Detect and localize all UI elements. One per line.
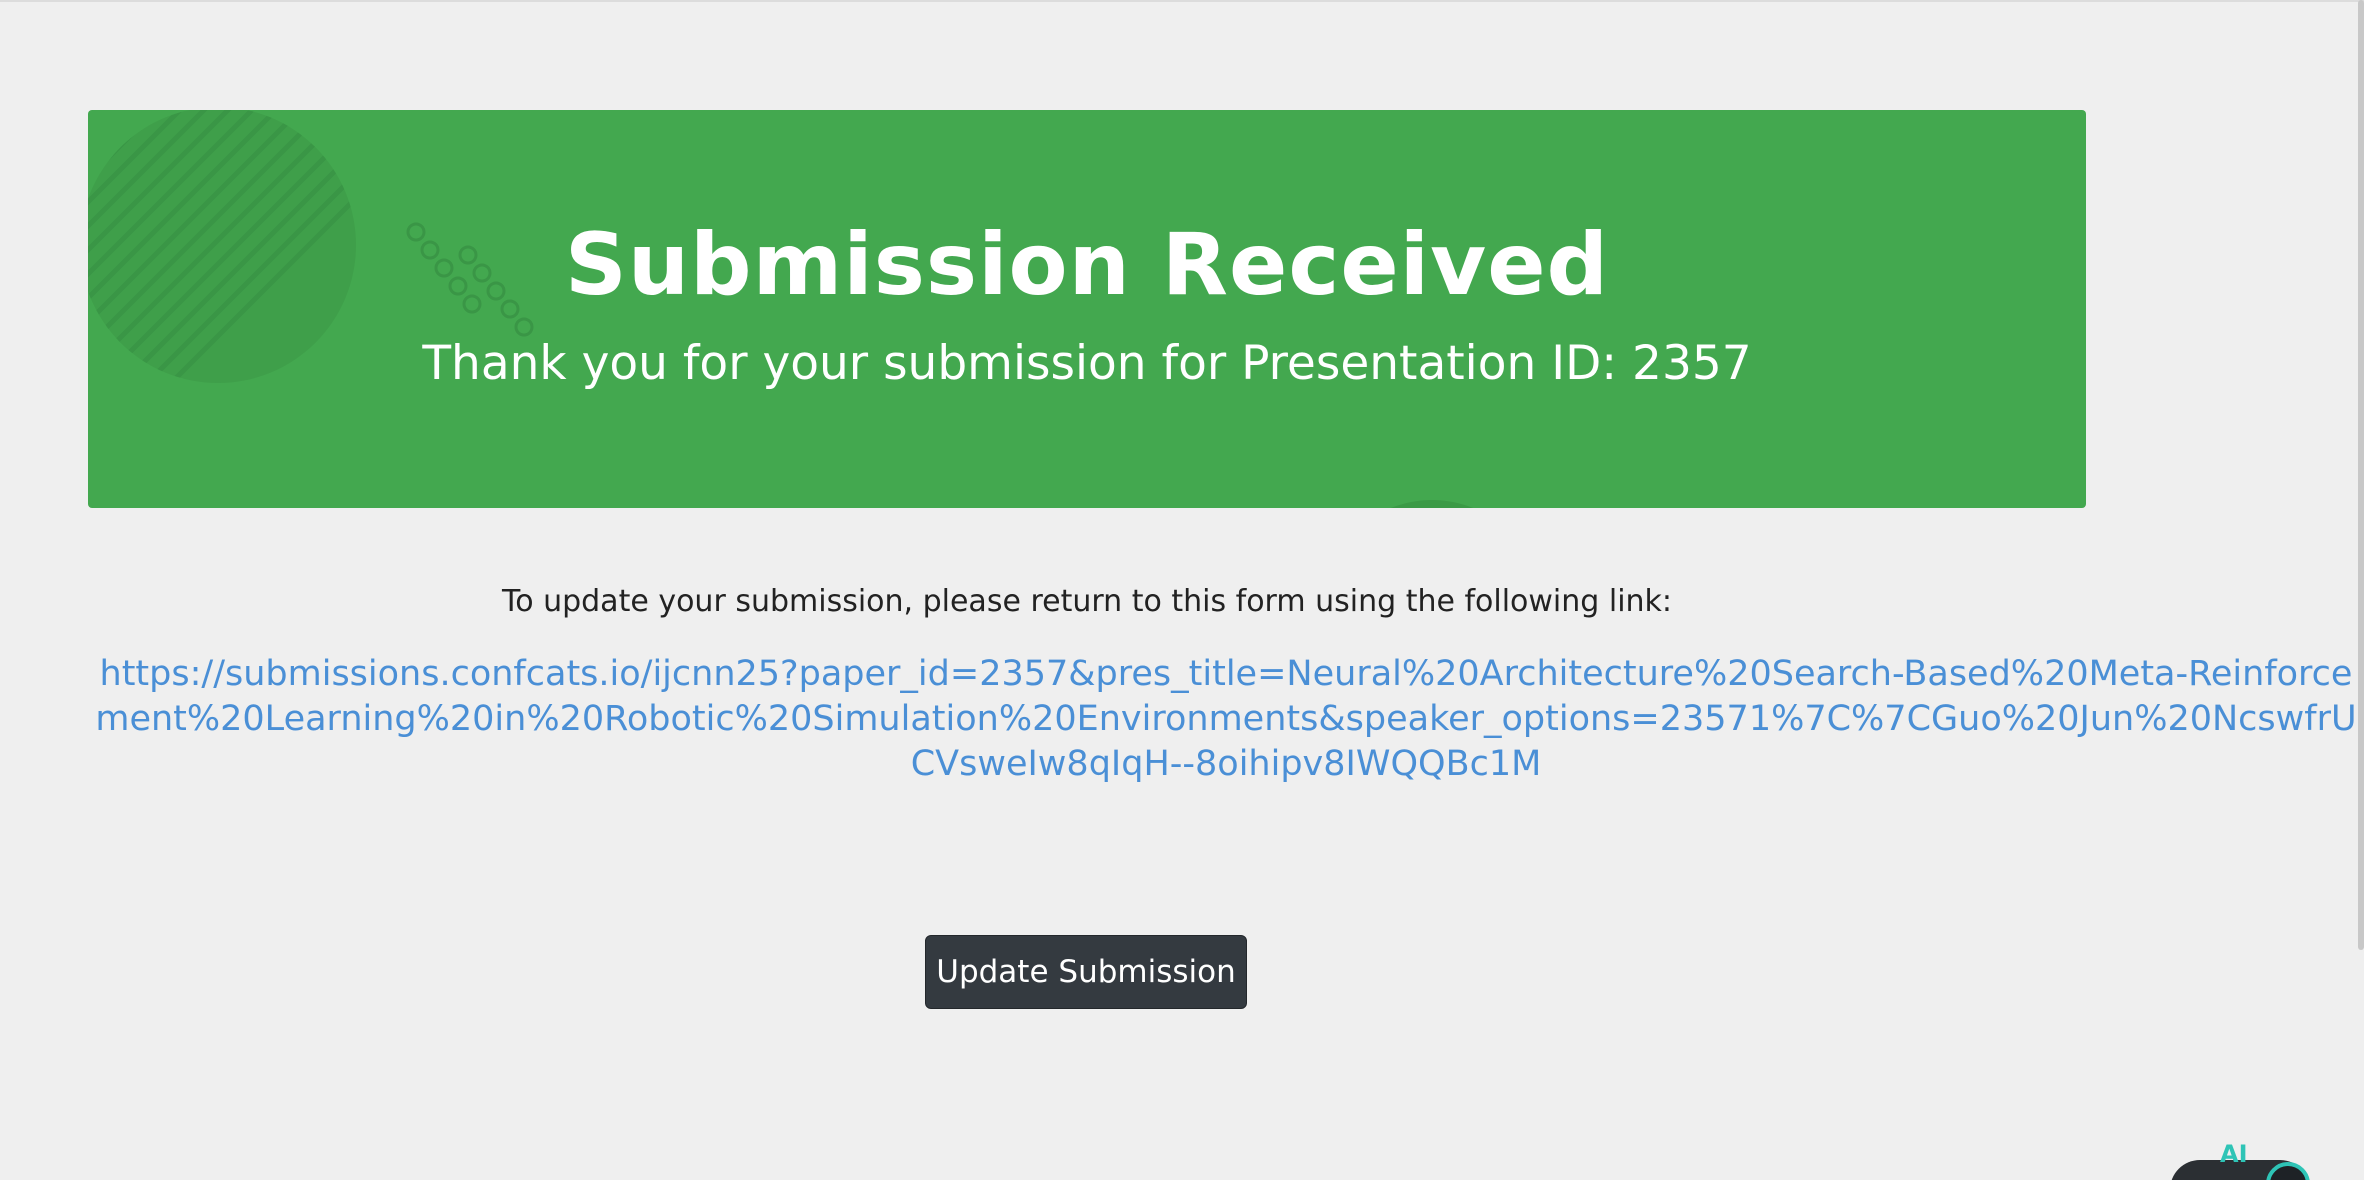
top-divider — [0, 0, 2364, 2]
presentation-id-message: Thank you for your submission for Presen… — [422, 336, 1752, 391]
vertical-scrollbar[interactable] — [2358, 0, 2364, 950]
page: Submission Received Thank you for your s… — [0, 0, 2364, 1180]
update-instructions: To update your submission, please return… — [501, 584, 1673, 619]
page-title: Submission Received — [564, 215, 1610, 315]
update-submission-button[interactable]: Update Submission — [925, 935, 1247, 1009]
ai-assistant-widget[interactable]: AI — [2170, 1140, 2310, 1180]
confirmation-banner: Submission Received Thank you for your s… — [88, 110, 2086, 508]
update-submission-link[interactable]: https://submissions.confcats.io/ijcnn25?… — [88, 652, 2364, 836]
assistant-label: AI — [2220, 1140, 2248, 1168]
